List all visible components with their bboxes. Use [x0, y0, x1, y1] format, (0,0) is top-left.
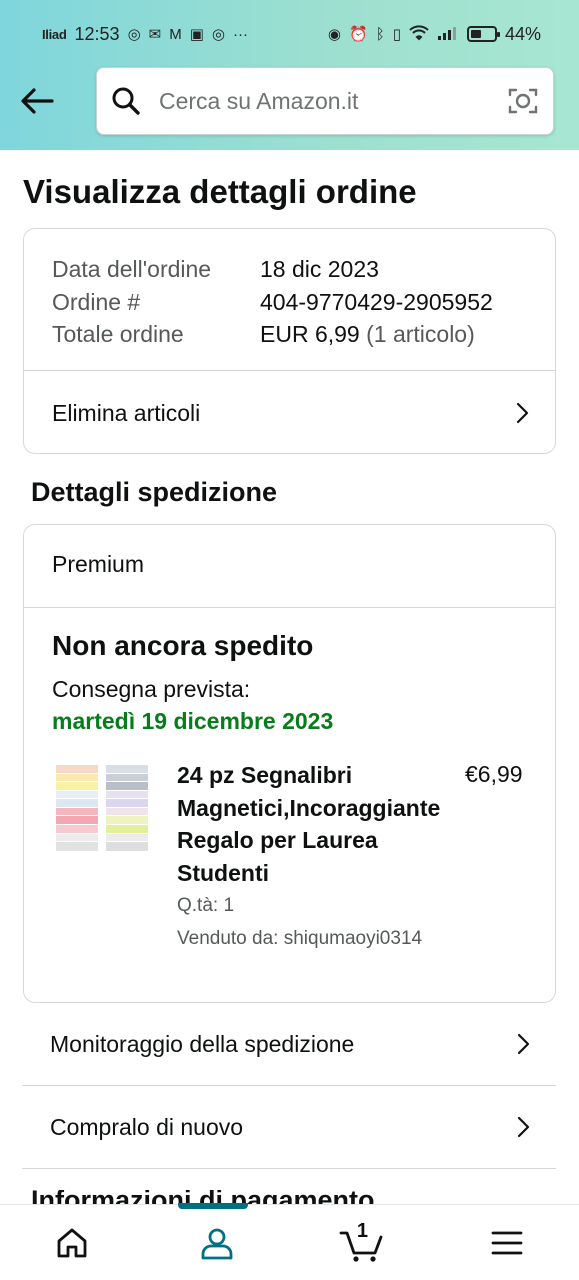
buy-again-label: Compralo di nuovo	[50, 1113, 244, 1140]
alarm-icon: ⏰	[349, 25, 368, 43]
delivery-date: martedì 19 dicembre 2023	[52, 708, 334, 734]
search-bar[interactable]	[96, 67, 554, 135]
home-icon	[57, 1228, 87, 1257]
status-bar-right: ◉ ⏰ ᛒ ▯ 44%	[328, 24, 541, 45]
product-image[interactable]	[56, 765, 148, 855]
instagram-icon: ◎	[127, 25, 141, 43]
chevron-right-icon	[517, 1116, 530, 1138]
wifi-icon	[409, 24, 429, 44]
bottom-navigation: 1	[0, 1202, 579, 1280]
nav-account[interactable]	[177, 1202, 257, 1280]
divider	[22, 1168, 556, 1169]
signal-icon	[437, 25, 457, 44]
status-bar: Iliad 12:53 ◎ ✉ M ▣ ◎ ··· ◉ ⏰ ᛒ ▯ 44%	[0, 0, 579, 68]
delivery-label: Consegna prevista:	[52, 676, 251, 702]
news-icon: ▣	[189, 25, 204, 43]
gmail-icon: M	[169, 25, 182, 43]
order-total-amount: EUR 6,99	[260, 321, 360, 347]
divider	[24, 607, 555, 608]
battery-icon	[466, 26, 500, 42]
eye-icon: ◉	[327, 25, 341, 43]
order-total-row: Totale ordine EUR 6,99 (1 articolo)	[52, 318, 527, 351]
status-bar-left: Iliad 12:53 ◎ ✉ M ▣ ◎ ···	[42, 24, 248, 45]
arrow-left-icon	[21, 88, 54, 114]
vibrate-icon: ▯	[392, 25, 401, 43]
battery-percent: 44%	[504, 23, 541, 44]
order-number-label: Ordine #	[52, 288, 141, 315]
mail-icon: ✉	[148, 25, 162, 43]
remove-items-label: Elimina articoli	[52, 399, 201, 426]
shipment-status: Non ancora spedito	[52, 630, 314, 661]
order-total-value: EUR 6,99 (1 articolo)	[260, 318, 475, 351]
product-title-link[interactable]: 24 pz Segnalibri Magnetici,Incoraggiante…	[177, 759, 459, 889]
bluetooth-icon: ᛒ	[375, 25, 385, 43]
order-total-items: (1 articolo)	[366, 321, 475, 347]
order-summary-rows: Data dell'ordine 18 dic 2023 Ordine # 40…	[24, 229, 555, 351]
nav-home[interactable]	[32, 1205, 112, 1280]
product-seller: Venduto da: shiqumaoyi0314	[177, 928, 423, 949]
carrier-name: Iliad	[42, 26, 67, 42]
shipment-section-title: Dettagli spedizione	[31, 477, 278, 507]
hamburger-menu-icon	[491, 1231, 523, 1254]
page-title: Visualizza dettagli ordine	[23, 173, 417, 210]
track-shipment-label: Monitoraggio della spedizione	[50, 1030, 355, 1057]
remove-items-row[interactable]: Elimina articoli	[24, 371, 555, 455]
bookmarks-image	[56, 765, 148, 851]
order-summary-card: Data dell'ordine 18 dic 2023 Ordine # 40…	[23, 228, 556, 454]
user-icon	[201, 1228, 233, 1259]
product-price: €6,99	[465, 761, 523, 787]
cart-count-badge: 1	[356, 1219, 368, 1242]
back-button[interactable]	[16, 80, 58, 122]
chevron-right-icon	[516, 402, 529, 424]
order-number-row: Ordine # 404-9770429-2905952	[52, 286, 527, 319]
order-date-row: Data dell'ordine 18 dic 2023	[52, 253, 527, 286]
product-quantity: Q.tà: 1	[177, 895, 235, 916]
search-input[interactable]	[159, 87, 507, 115]
order-date-value: 18 dic 2023	[260, 256, 379, 282]
buy-again-row[interactable]: Compralo di nuovo	[22, 1086, 556, 1168]
chevron-right-icon	[517, 1033, 530, 1055]
order-total-label: Totale ordine	[52, 321, 184, 347]
shipment-card: Premium Non ancora spedito Consegna prev…	[23, 524, 556, 1003]
nav-menu[interactable]	[467, 1205, 547, 1280]
shipping-type: Premium	[52, 551, 145, 577]
track-shipment-row[interactable]: Monitoraggio della spedizione	[22, 1003, 556, 1085]
nav-cart[interactable]: 1	[322, 1205, 402, 1280]
camera-icon[interactable]	[507, 85, 539, 117]
instagram-icon: ◎	[211, 25, 226, 43]
clock: 12:53	[74, 23, 120, 44]
active-tab-indicator	[178, 1202, 249, 1209]
search-icon	[112, 87, 140, 115]
order-number-value: 404-9770429-2905952	[260, 288, 493, 315]
order-date-label: Data dell'ordine	[52, 256, 212, 282]
more-notifications-icon: ···	[233, 25, 249, 43]
